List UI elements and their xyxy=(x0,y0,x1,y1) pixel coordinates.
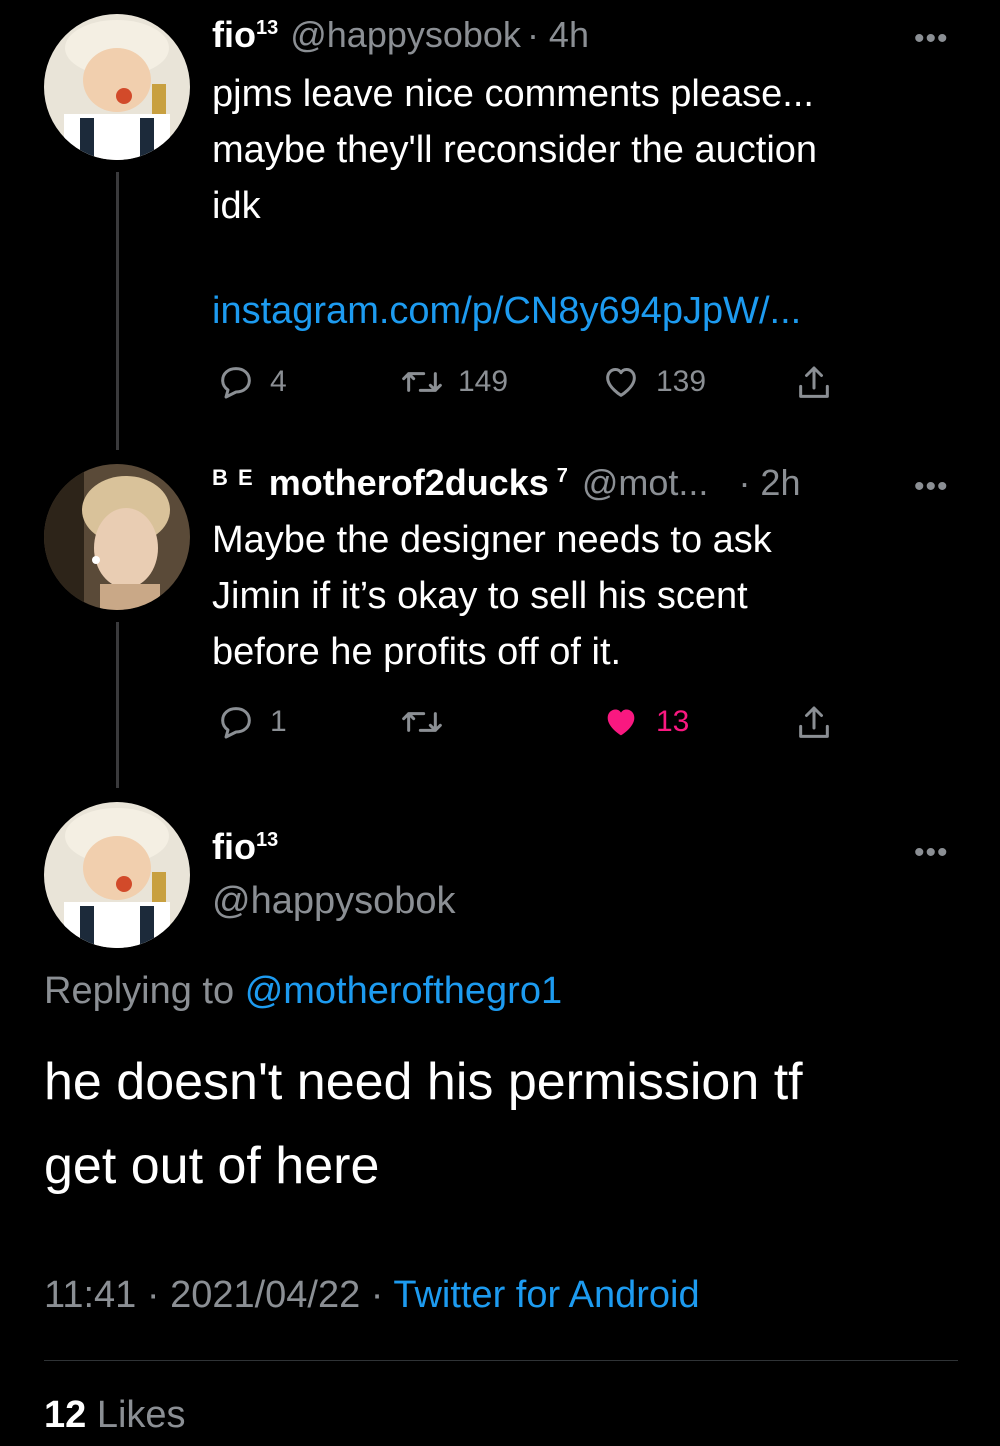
tweet-source[interactable]: Twitter for Android xyxy=(393,1274,699,1316)
retweet-icon xyxy=(402,712,442,732)
more-options-icon[interactable]: ••• xyxy=(914,470,949,504)
tweet-text-line: idk xyxy=(212,185,261,227)
retweet-button[interactable] xyxy=(400,702,444,742)
display-name[interactable]: fio13 xyxy=(212,826,278,868)
like-count: 13 xyxy=(656,705,690,738)
heart-icon xyxy=(606,368,636,397)
instagram-link[interactable]: instagram.com/p/CN8y694pJpW/... xyxy=(212,290,801,333)
divider xyxy=(44,1360,958,1361)
likes-summary[interactable]: 12 Likes xyxy=(44,1394,186,1437)
like-button[interactable]: 139 xyxy=(600,362,706,402)
avatar-image xyxy=(44,14,190,160)
tweet-text-line: get out of here xyxy=(44,1137,380,1195)
timestamp[interactable]: · 4h xyxy=(527,14,589,56)
retweet-icon xyxy=(402,372,442,392)
thread-line xyxy=(116,622,119,788)
replying-handle[interactable]: @motherofthegro1 xyxy=(245,970,562,1012)
reply-count: 4 xyxy=(270,365,287,398)
replying-label: Replying to xyxy=(44,970,235,1012)
share-icon xyxy=(799,706,829,738)
tweet2-text: Maybe the designer needs to ask Jimin if… xyxy=(212,512,952,680)
handle[interactable]: @happysobok xyxy=(212,880,456,923)
display-name[interactable]: fio13 xyxy=(212,14,278,56)
tweet-text-line: pjms leave nice comments please... xyxy=(212,73,814,115)
display-name[interactable]: motherof2ducks 7 xyxy=(269,462,568,504)
avatar-fio[interactable] xyxy=(44,14,190,160)
name-prefix: B E xyxy=(212,465,255,490)
tweet1-text: pjms leave nice comments please... maybe… xyxy=(212,66,952,234)
tweet-text-line: maybe they'll reconsider the auction xyxy=(212,129,818,171)
share-button[interactable] xyxy=(794,362,834,404)
tweet-meta: 11:41 · 2021/04/22 · Twitter for Android xyxy=(44,1274,700,1316)
share-button[interactable] xyxy=(794,702,834,744)
tweet-text-line: Jimin if it’s okay to sell his scent xyxy=(212,575,748,617)
reply-count: 1 xyxy=(270,705,287,738)
thread-line xyxy=(116,172,119,450)
likes-label: Likes xyxy=(96,1394,186,1436)
avatar-fio[interactable] xyxy=(44,802,190,948)
tweet1-header: fio13 @happysobok · 4h xyxy=(212,14,589,58)
avatar-image xyxy=(44,464,190,610)
more-options-icon[interactable]: ••• xyxy=(914,22,949,56)
timestamp[interactable]: · 2h xyxy=(738,462,800,504)
main-tweet-text: he doesn't need his permission tf get ou… xyxy=(44,1040,964,1208)
like-button[interactable]: 13 xyxy=(600,702,689,742)
avatar-image xyxy=(44,802,190,948)
tweet-time: 11:41 xyxy=(44,1274,137,1316)
replying-to: Replying to @motherofthegro1 xyxy=(44,970,562,1013)
handle[interactable]: @mot... xyxy=(582,462,709,504)
tweet-text-line: before he profits off of it. xyxy=(212,631,622,673)
handle[interactable]: @happysobok xyxy=(290,14,521,56)
tweet-text-line: he doesn't need his permission tf xyxy=(44,1053,803,1111)
share-icon xyxy=(799,366,829,398)
likes-count: 12 xyxy=(44,1394,87,1436)
reply-button[interactable]: 1 xyxy=(216,702,287,742)
tweet-date: 2021/04/22 xyxy=(170,1274,361,1316)
heart-filled-icon xyxy=(607,709,635,736)
retweet-count: 149 xyxy=(458,365,509,398)
retweet-button[interactable]: 149 xyxy=(400,362,508,402)
reply-button[interactable]: 4 xyxy=(216,362,287,402)
reply-icon xyxy=(221,367,251,399)
tweet2-header: B E motherof2ducks 7 @mot... · 2h xyxy=(212,462,800,506)
tweet-text-line: Maybe the designer needs to ask xyxy=(212,519,772,561)
like-count: 139 xyxy=(656,365,707,398)
reply-icon xyxy=(221,707,251,739)
more-options-icon[interactable]: ••• xyxy=(914,836,949,870)
avatar-motherof2ducks[interactable] xyxy=(44,464,190,610)
